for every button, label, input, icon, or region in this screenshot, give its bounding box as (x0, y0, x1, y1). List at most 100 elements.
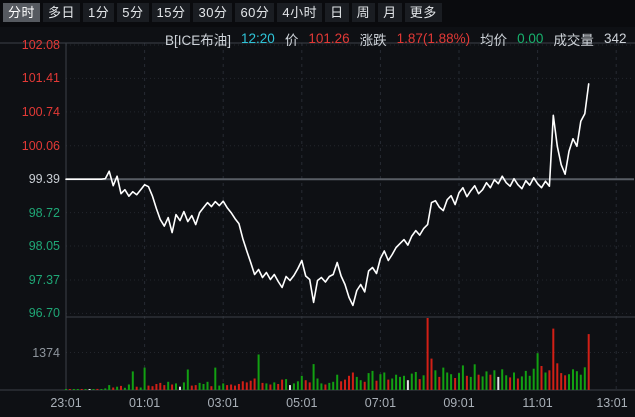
volume-bar (336, 375, 338, 390)
volume-bar (564, 375, 566, 390)
volume-bar (364, 382, 366, 390)
volume-bar (112, 388, 114, 391)
volume-bar (179, 387, 181, 390)
volume-bar (187, 370, 189, 391)
volume-bar (584, 367, 586, 390)
volume-bar (545, 373, 547, 391)
price-label: 价 (285, 29, 299, 49)
volume-bar (427, 318, 429, 390)
volume-bar (183, 382, 185, 390)
volume-bar (454, 378, 456, 390)
volume-bar (191, 386, 193, 390)
volume-bar (344, 380, 346, 390)
x-axis-label: 07:01 (358, 396, 402, 410)
volume-bar (250, 381, 252, 390)
price-volume-chart (0, 0, 635, 417)
volume-bar (462, 365, 464, 390)
volume-bar (85, 389, 87, 390)
volume-bar (403, 376, 405, 390)
volume-bar (136, 387, 138, 390)
volume-bar (148, 386, 150, 390)
volume-bar (230, 385, 232, 391)
volume-bar (140, 388, 142, 391)
volume-bar (513, 373, 515, 391)
y-axis-label: 99.39 (0, 172, 60, 186)
volume-bar (226, 385, 228, 390)
y-axis-label: 96.70 (0, 306, 60, 320)
volume-bar (222, 383, 224, 390)
volume-label: 成交量 (553, 29, 594, 49)
volume-bar (273, 382, 275, 390)
x-axis-label: 05:01 (280, 396, 324, 410)
volume-bar (434, 370, 436, 390)
y-axis-label: 101.41 (0, 71, 60, 85)
app-window: 分时 多日 1分 5分 15分 30分 60分 4小时 日 周 月 更多 102… (0, 0, 635, 417)
y-axis-label: 97.37 (0, 273, 60, 287)
volume-bar (65, 389, 67, 390)
volume-bar (391, 379, 393, 391)
volume-bar (305, 380, 307, 390)
volume-bar (293, 383, 295, 390)
volume-bar (379, 374, 381, 390)
volume-bar (340, 381, 342, 390)
volume-bar (537, 353, 539, 390)
volume-bar (580, 375, 582, 390)
volume-bar (77, 389, 79, 390)
volume-bar (120, 386, 122, 390)
price-line (66, 84, 589, 306)
volume-bar (324, 385, 326, 391)
volume-bar (132, 371, 134, 390)
volume-bar (258, 355, 260, 391)
volume-bar (446, 373, 448, 391)
volume-bar (423, 375, 425, 390)
volume-bar (356, 377, 358, 390)
volume-bar (383, 373, 385, 391)
volume-bar (93, 389, 95, 390)
volume-bar (501, 369, 503, 390)
volume-bar (175, 383, 177, 390)
volume-bar (517, 379, 519, 391)
volume-bar (155, 384, 157, 390)
volume-bar (100, 389, 102, 390)
volume-bar (548, 370, 550, 390)
volume-bar (265, 383, 267, 390)
volume-bar (246, 382, 248, 390)
volume-bar (234, 386, 236, 390)
volume-bar (128, 385, 130, 391)
volume-bar (360, 380, 362, 390)
volume-bar (171, 385, 173, 391)
change-value: 1.87(1.88%) (397, 31, 471, 46)
last-price: 101.26 (308, 31, 349, 46)
volume-bar (407, 380, 409, 390)
volume-bar (521, 376, 523, 390)
quote-infobar: B[ICE布油] 12:20 价 101.26 涨跌 1.87(1.88%) 均… (165, 30, 626, 47)
volume-bar (163, 385, 165, 390)
volume-bar (301, 376, 303, 390)
volume-bar (207, 382, 209, 390)
volume-bar (415, 372, 417, 390)
y-axis-label: 98.05 (0, 239, 60, 253)
volume-bar (474, 364, 476, 390)
volume-bar (210, 386, 212, 390)
volume-bar (568, 374, 570, 390)
x-axis-label: 03:01 (201, 396, 245, 410)
volume-bar (203, 384, 205, 390)
volume-bar (466, 376, 468, 390)
volume-bar (529, 376, 531, 390)
volume-bar (81, 389, 83, 390)
chart-area[interactable]: 102.08101.41100.74100.0699.3998.7298.059… (0, 0, 635, 417)
volume-bar (159, 383, 161, 390)
y-axis-label: 100.06 (0, 139, 60, 153)
volume-bar (372, 371, 374, 390)
volume-bar (195, 385, 197, 390)
volume-bar (317, 379, 319, 391)
volume-bar (431, 359, 433, 390)
volume-bar (588, 334, 590, 390)
volume-bar (328, 383, 330, 390)
volume-bar (104, 388, 106, 390)
volume-bar (482, 376, 484, 390)
x-axis-label: 13:01 (590, 396, 634, 410)
volume-bar (242, 381, 244, 390)
volume-bar (96, 389, 98, 390)
volume-bar (560, 373, 562, 390)
